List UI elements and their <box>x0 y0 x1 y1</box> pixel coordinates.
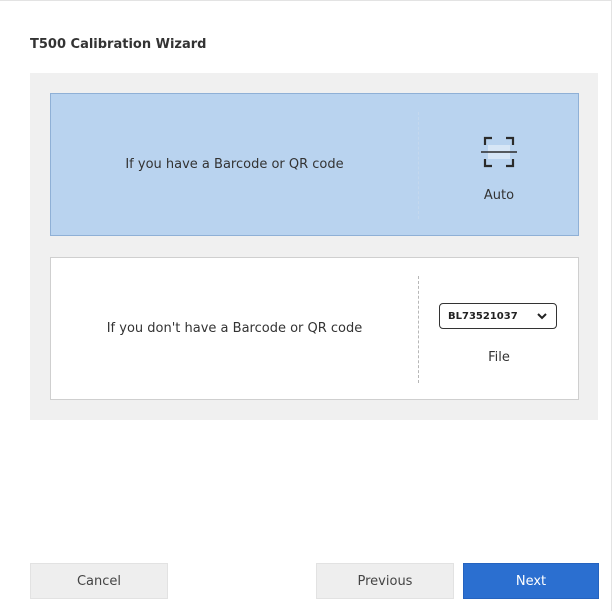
auto-option-label: Auto <box>483 188 515 203</box>
next-button[interactable]: Next <box>463 563 599 599</box>
wizard-title: T500 Calibration Wizard <box>30 37 207 52</box>
calibration-file-select-value: BL73521037 <box>448 310 518 322</box>
cancel-button[interactable]: Cancel <box>30 563 168 599</box>
previous-button[interactable]: Previous <box>316 563 454 599</box>
file-option-description: If you don't have a Barcode or QR code <box>106 321 363 336</box>
file-option-card[interactable]: If you don't have a Barcode or QR code B… <box>50 257 579 400</box>
calibration-wizard-window: T500 Calibration Wizard If you have a Ba… <box>0 0 612 611</box>
chevron-down-icon <box>537 313 547 320</box>
calibration-file-select[interactable]: BL73521037 <box>439 303 557 329</box>
barcode-scan-icon <box>481 136 517 168</box>
auto-option-side: Auto <box>419 94 579 235</box>
auto-option-description: If you have a Barcode or QR code <box>125 157 344 172</box>
options-panel: If you have a Barcode or QR code Auto If <box>30 73 598 420</box>
file-option-label: File <box>488 350 510 365</box>
file-option-side: BL73521037 File <box>419 258 579 399</box>
auto-option-card[interactable]: If you have a Barcode or QR code Auto <box>50 93 579 236</box>
